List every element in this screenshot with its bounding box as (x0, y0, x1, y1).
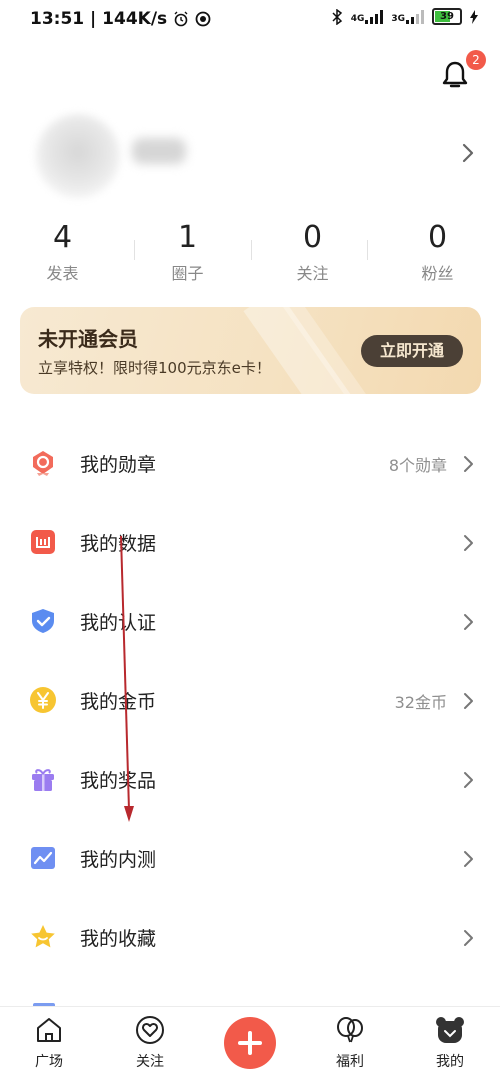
stat-divider (367, 240, 368, 260)
beta-chart-icon (31, 847, 55, 869)
menu-label: 我的勋章 (80, 454, 157, 476)
status-right: 4G 3G 39 (331, 8, 478, 25)
stat-label: 圈子 (171, 264, 204, 283)
coin-icon (30, 687, 56, 713)
menu-item-verification[interactable]: 我的认证 (0, 581, 500, 660)
notification-badge: 2 (466, 50, 486, 70)
chevron-right-icon (464, 772, 473, 788)
tab-label: 关注 (136, 1054, 164, 1070)
status-time-speed: 13:51 | 144K/s (30, 9, 168, 29)
panda-icon (436, 1017, 464, 1043)
username-blurred (132, 138, 186, 164)
data-saver-icon (195, 11, 211, 27)
tab-label: 广场 (35, 1054, 63, 1070)
battery-icon: 39 (432, 8, 462, 25)
menu-label: 我的内测 (80, 849, 157, 871)
menu-label: 我的奖品 (80, 770, 157, 792)
menu-item-medals[interactable]: 我的勋章 8个勋章 (0, 423, 500, 502)
stat-divider (134, 240, 135, 260)
signal-icon (406, 9, 424, 24)
stat-fans[interactable]: 0 粉丝 (375, 220, 500, 283)
alarm-icon (174, 11, 188, 27)
menu-value: 8个勋章 (388, 456, 447, 475)
vip-subtitle: 立享特权！限时得100元京东e卡！ (38, 359, 271, 377)
create-post-button[interactable] (224, 1017, 276, 1069)
chevron-right-icon (462, 143, 474, 163)
balloon-icon (337, 1017, 363, 1043)
signal-icon (365, 9, 384, 24)
status-bar: 13:51 | 144K/s 4G 3G 39 (0, 0, 500, 40)
tab-home[interactable]: 广场 (14, 1015, 84, 1071)
network-3g-label: 3G (391, 13, 405, 24)
open-vip-button[interactable]: 立即开通 (361, 335, 463, 367)
menu-item-favorites[interactable]: 我的收藏 (0, 897, 500, 976)
charging-icon (470, 9, 478, 24)
stat-label: 发表 (46, 264, 79, 283)
menu-item-data[interactable]: 我的数据 (0, 502, 500, 581)
tab-label: 我的 (436, 1054, 464, 1070)
stat-value: 1 (177, 220, 198, 255)
stats-row: 4 发表 1 圈子 0 关注 0 粉丝 (0, 220, 500, 283)
data-icon (31, 530, 55, 554)
gift-icon (32, 769, 54, 791)
bottom-tab-bar: 广场 关注 福利 我的 (0, 1006, 500, 1085)
menu-value: 32金币 (394, 693, 447, 712)
chevron-right-icon (464, 930, 473, 946)
menu-item-beta[interactable]: 我的内测 (0, 818, 500, 897)
heart-icon (136, 1016, 164, 1044)
tab-label: 福利 (336, 1054, 364, 1070)
chevron-right-icon (464, 693, 473, 709)
vip-title: 未开通会员 (38, 327, 138, 351)
profile-header[interactable] (0, 110, 500, 210)
stat-divider (251, 240, 252, 260)
chevron-right-icon (464, 851, 473, 867)
chevron-right-icon (464, 456, 473, 472)
stat-value: 0 (427, 220, 448, 255)
battery-level: 39 (440, 11, 454, 22)
stat-posts[interactable]: 4 发表 (0, 220, 125, 283)
stat-value: 0 (302, 220, 323, 255)
menu-label: 我的收藏 (80, 928, 157, 950)
tab-mine[interactable]: 我的 (415, 1015, 485, 1071)
bell-icon[interactable] (441, 60, 469, 90)
status-left: 13:51 | 144K/s (30, 9, 211, 29)
stat-following[interactable]: 0 关注 (250, 220, 375, 283)
menu-item-coins[interactable]: 我的金币 32金币 (0, 660, 500, 739)
tab-welfare[interactable]: 福利 (315, 1015, 385, 1071)
menu-item-prizes[interactable]: 我的奖品 (0, 739, 500, 818)
signal-3g: 3G (391, 9, 424, 24)
avatar[interactable] (36, 114, 120, 198)
shield-icon (32, 609, 54, 633)
chevron-right-icon (464, 535, 473, 551)
star-icon (31, 925, 55, 948)
vip-card[interactable]: 未开通会员 立享特权！限时得100元京东e卡！ 立即开通 (20, 307, 481, 394)
tab-follow[interactable]: 关注 (115, 1015, 185, 1071)
chevron-right-icon (464, 614, 473, 630)
stat-label: 粉丝 (421, 264, 454, 283)
signal-4g: 4G (350, 9, 384, 24)
stat-label: 关注 (296, 264, 329, 283)
stat-value: 4 (52, 220, 73, 255)
bluetooth-icon (332, 8, 342, 25)
home-icon (37, 1018, 61, 1042)
menu-label: 我的认证 (80, 612, 157, 634)
network-4g-label: 4G (350, 13, 365, 24)
menu-label: 我的数据 (80, 533, 157, 555)
medal-icon (33, 451, 53, 476)
menu-label: 我的金币 (80, 691, 157, 713)
stat-circles[interactable]: 1 圈子 (125, 220, 250, 283)
